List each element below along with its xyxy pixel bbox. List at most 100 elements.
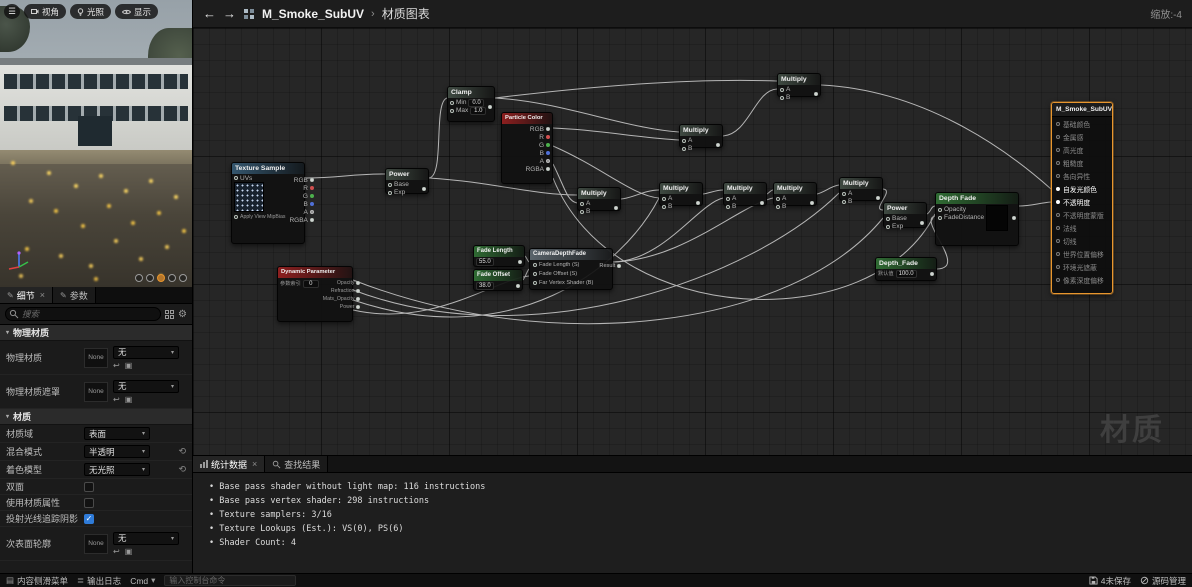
result-input-base-color[interactable]: 基础颜色 (1052, 117, 1112, 130)
input-pin[interactable] (1056, 160, 1060, 165)
output-pin[interactable] (920, 220, 924, 225)
output-pin-rgb[interactable] (309, 178, 314, 182)
output-pin[interactable] (814, 91, 818, 96)
browse-asset-icon[interactable]: ▣ (125, 547, 133, 556)
breadcrumb-graph-name[interactable]: 材质图表 (382, 5, 430, 22)
output-pin-rgba[interactable] (309, 218, 314, 222)
tab-find-results[interactable]: 查找结果 (265, 456, 329, 472)
output-pin[interactable] (1012, 216, 1016, 220)
output-pin[interactable] (760, 200, 764, 205)
close-icon[interactable]: × (252, 459, 257, 469)
output-pin[interactable] (716, 142, 720, 147)
viewport-lit-button[interactable]: 光照 (70, 4, 112, 19)
result-input-tangent[interactable]: 切线 (1052, 234, 1112, 247)
cmd-dropdown[interactable]: Cmd ▾ (130, 575, 155, 586)
input-pin-b[interactable] (662, 204, 666, 209)
output-pin-param3[interactable] (356, 297, 361, 301)
output-log-button[interactable]: ≣ 输出日志 (77, 575, 121, 587)
graph-node-dynamic-parameter[interactable]: Dynamic Parameter 参数索引 0 Opacity Refracti… (277, 266, 361, 322)
input-pin[interactable] (1056, 225, 1060, 230)
result-input-emissive-color[interactable]: 自发光颜色 (1052, 182, 1112, 195)
result-input-normal[interactable]: 法线 (1052, 221, 1112, 234)
console-command-input[interactable] (164, 575, 297, 586)
wire[interactable] (552, 163, 578, 204)
result-input-opacity-mask[interactable]: 不透明度蒙版 (1052, 208, 1112, 221)
input-pin[interactable] (1056, 277, 1060, 282)
graph-node-multiply-4[interactable]: Multiply AB (659, 182, 703, 210)
input-pin[interactable] (1056, 199, 1060, 204)
graph-node-fade-offset-param[interactable]: Fade Offset 38.0 (473, 269, 523, 291)
asset-thumbnail[interactable]: None (84, 533, 108, 554)
input-pin-b[interactable] (580, 209, 584, 214)
reset-to-default-icon[interactable]: ⟲ (178, 446, 186, 457)
input-pin-b[interactable] (776, 204, 780, 209)
use-selected-asset-icon[interactable]: ↩ (113, 547, 120, 556)
back-button[interactable]: ← (203, 6, 216, 21)
viewport-perspective-button[interactable]: 视角 (24, 4, 67, 19)
wire[interactable] (1018, 201, 1052, 207)
asset-dropdown[interactable]: 无 ▾ (113, 379, 179, 393)
graph-node-multiply-1[interactable]: Multiply AB (777, 73, 821, 101)
source-control-button[interactable]: 源码管理 (1140, 575, 1186, 587)
preview-shape-cylinder[interactable] (135, 274, 143, 282)
input-pin-far-vertex-shader[interactable] (533, 280, 537, 285)
input-pin-exp[interactable] (886, 224, 890, 229)
default-value[interactable]: 100.0 (895, 269, 917, 278)
output-pin-rgb[interactable] (546, 127, 550, 131)
section-material[interactable]: ▾ 材质 (0, 409, 192, 425)
preview-shape-mesh[interactable] (179, 274, 187, 282)
graph-node-texture-sample[interactable]: Texture Sample UVs Apply View MipBias RG… (231, 162, 314, 244)
result-input-specular[interactable]: 高光度 (1052, 143, 1112, 156)
input-pin[interactable] (1056, 147, 1060, 152)
graph-node-material-result[interactable]: M_Smoke_SubUV 基础颜色 金属感 高光度 粗糙度 各向异性 自发光颜… (1051, 102, 1113, 294)
graph-node-depth-fade-param[interactable]: Depth_Fade 默认值 100.0 (875, 257, 937, 281)
content-drawer-button[interactable]: ▤ 内容侧滑菜单 (6, 575, 68, 587)
use-selected-asset-icon[interactable]: ↩ (113, 395, 120, 404)
wire[interactable] (352, 217, 884, 325)
output-pin-param1[interactable] (356, 281, 361, 285)
input-pin-fade-length[interactable] (533, 262, 537, 267)
asset-thumbnail[interactable]: None (84, 381, 108, 402)
input-pin-a[interactable] (726, 196, 730, 201)
preview-shape-sphere[interactable] (146, 274, 154, 282)
input-pin-max[interactable] (450, 108, 454, 113)
use-material-attributes-checkbox[interactable] (84, 497, 94, 508)
shading-model-dropdown[interactable]: 无光照 ▾ (84, 463, 150, 476)
input-pin-a[interactable] (682, 138, 686, 143)
input-pin-uvs[interactable] (234, 176, 238, 180)
input-pin-a[interactable] (842, 191, 846, 196)
output-pin-param2[interactable] (356, 289, 361, 293)
output-pin-r[interactable] (309, 186, 314, 190)
input-pin-fade-distance[interactable] (938, 215, 942, 220)
filter-grid-icon[interactable] (165, 309, 175, 319)
viewport-show-button[interactable]: 显示 (115, 4, 159, 19)
output-pin[interactable] (876, 195, 880, 200)
gear-icon[interactable]: ⚙ (178, 309, 187, 320)
input-pin-base[interactable] (886, 216, 890, 221)
wire[interactable] (304, 173, 386, 179)
input-pin[interactable] (1056, 212, 1060, 217)
tab-details[interactable]: ✎ 细节 × (0, 287, 53, 303)
graph-node-fade-length-param[interactable]: Fade Length 55.0 (473, 245, 525, 267)
two-sided-checkbox[interactable] (84, 481, 94, 492)
preview-shape-cube[interactable] (168, 274, 176, 282)
wire[interactable] (820, 84, 1052, 190)
default-value[interactable]: 38.0 (476, 282, 494, 290)
output-pin-a[interactable] (309, 210, 314, 214)
input-pin-a[interactable] (780, 87, 784, 92)
output-pin-a[interactable] (546, 159, 550, 163)
search-input[interactable] (5, 307, 162, 321)
tab-stats[interactable]: 统计数据 × (193, 456, 266, 472)
wire[interactable] (722, 88, 778, 137)
output-pin-b[interactable] (546, 151, 550, 155)
preview-viewport[interactable]: ☰ 视角 光照 显示 (0, 0, 192, 287)
graph-node-multiply-2[interactable]: Multiply AB (679, 124, 723, 152)
graph-node-power-2[interactable]: Power Base Exp (883, 202, 927, 230)
output-pin[interactable] (614, 205, 618, 210)
input-pin[interactable] (1056, 186, 1060, 191)
wire[interactable] (926, 205, 936, 215)
output-pin-r[interactable] (546, 135, 550, 139)
result-input-world-position-offset[interactable]: 世界位置偏移 (1052, 247, 1112, 260)
input-pin-mipbias[interactable] (234, 214, 238, 219)
output-pin[interactable] (930, 271, 934, 276)
